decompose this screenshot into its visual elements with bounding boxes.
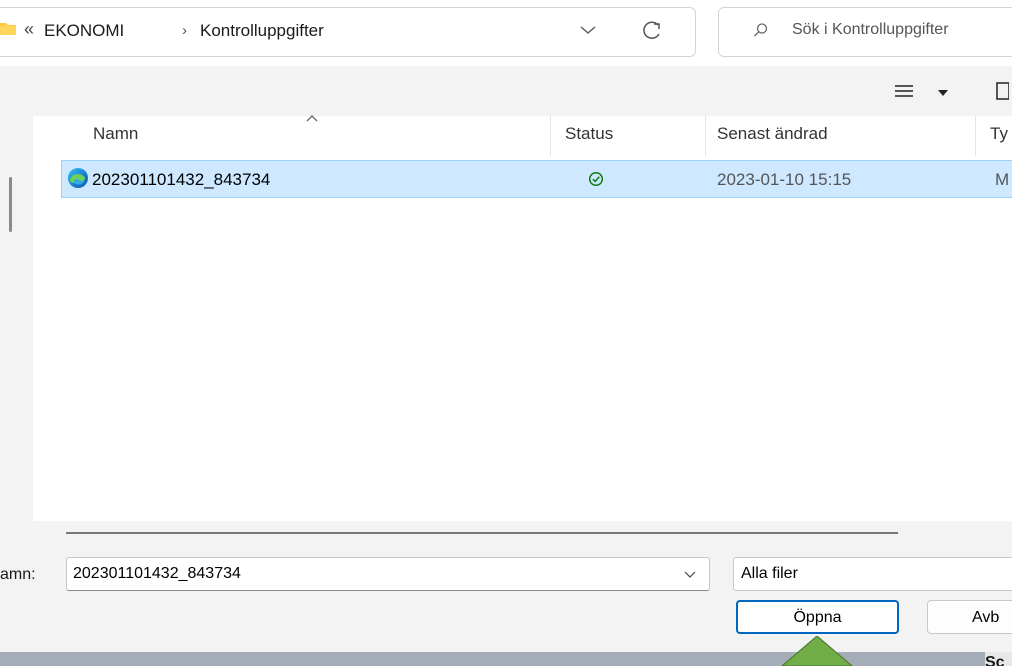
search-placeholder: Sök i Kontrolluppgifter — [792, 21, 949, 38]
column-header-type[interactable]: Ty — [990, 124, 1008, 144]
breadcrumb-separator: › — [182, 22, 187, 39]
file-modified-date: 2023-01-10 15:15 — [717, 170, 852, 189]
refresh-icon[interactable] — [640, 20, 664, 42]
column-divider[interactable] — [550, 116, 551, 156]
cancel-button[interactable]: Avb — [927, 600, 1012, 634]
edge-icon — [68, 168, 88, 188]
synced-check-icon — [588, 171, 604, 187]
navigation-scrollbar[interactable] — [9, 177, 12, 232]
sort-ascending-icon — [306, 115, 318, 122]
horizontal-scrollbar[interactable] — [33, 521, 1012, 547]
background-window-text: Sc — [985, 652, 1012, 666]
view-menu-caret-icon[interactable] — [937, 89, 949, 97]
horizontal-scrollbar-thumb[interactable] — [66, 532, 898, 534]
annotation-arrow-icon — [781, 636, 853, 666]
search-icon — [754, 23, 768, 37]
folder-icon — [0, 23, 16, 35]
column-header-name[interactable]: Namn — [93, 124, 138, 144]
column-divider[interactable] — [705, 116, 706, 156]
breadcrumb-item-kontrolluppgifter[interactable]: Kontrolluppgifter — [200, 21, 324, 41]
breadcrumb-overflow-button[interactable]: « — [24, 19, 34, 40]
filename-label: amn: — [0, 566, 36, 583]
filename-input[interactable] — [66, 557, 710, 591]
file-type: M — [995, 170, 1010, 189]
address-dropdown-chevron-icon[interactable] — [578, 24, 598, 36]
file-name[interactable]: 202301101432_843734 — [92, 170, 270, 190]
toolbar — [0, 66, 1012, 116]
filetype-selected-value: Alla filer — [741, 565, 798, 582]
filename-dropdown-chevron-icon[interactable] — [684, 571, 696, 578]
preview-pane-icon[interactable] — [995, 81, 1009, 101]
column-header-status[interactable]: Status — [565, 124, 613, 144]
column-divider[interactable] — [975, 116, 976, 156]
open-button[interactable]: Öppna — [736, 600, 899, 634]
view-options-icon[interactable] — [894, 83, 914, 99]
breadcrumb-item-ekonomi[interactable]: EKONOMI — [44, 21, 124, 41]
column-header-modified[interactable]: Senast ändrad — [717, 124, 828, 144]
